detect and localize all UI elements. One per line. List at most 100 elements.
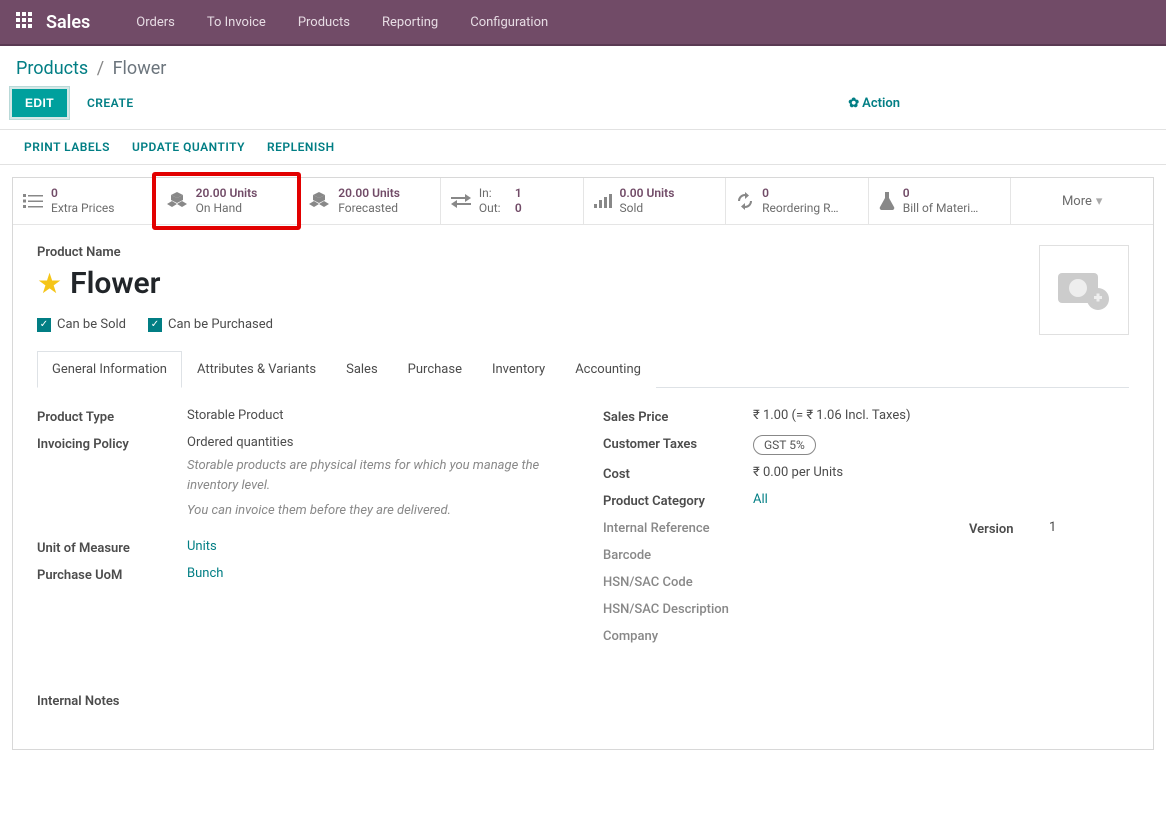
invoicing-hint-1: Storable products are physical items for… <box>187 456 563 495</box>
bar-chart-icon <box>594 194 612 208</box>
top-nav: Sales Orders To Invoice Products Reporti… <box>0 0 1166 46</box>
breadcrumb-row: Products / Flower <box>0 46 1166 79</box>
breadcrumb-current: Flower <box>113 58 167 79</box>
tab-purchase[interactable]: Purchase <box>393 351 477 388</box>
product-type-label: Product Type <box>37 408 187 425</box>
sales-price-label: Sales Price <box>603 408 753 425</box>
stat-out-label: Out: <box>479 201 507 216</box>
product-type-value: Storable Product <box>187 408 563 423</box>
stat-in-value: 1 <box>515 186 522 201</box>
gear-icon: ✿ <box>848 96 859 111</box>
breadcrumb-root[interactable]: Products <box>16 58 88 79</box>
customer-taxes-label: Customer Taxes <box>603 435 753 452</box>
transfer-icon <box>451 193 471 209</box>
breadcrumb-sep: / <box>97 58 104 79</box>
stat-sold[interactable]: 0.00 Units Sold <box>584 178 727 224</box>
stat-on-hand[interactable]: 20.00 Units On Hand <box>156 178 299 224</box>
product-name: Flower <box>70 266 160 301</box>
purchase-uom-label: Purchase UoM <box>37 566 187 583</box>
stat-on-hand-value: 20.00 Units <box>196 186 258 201</box>
tab-sales[interactable]: Sales <box>331 351 393 388</box>
stat-bom-value: 0 <box>903 186 979 201</box>
stat-in-out[interactable]: In:1 Out:0 <box>441 178 584 224</box>
hsn-desc-label: HSN/SAC Description <box>603 600 773 617</box>
action-label: Action <box>862 96 900 111</box>
can-be-purchased-checkbox[interactable]: ✓ Can be Purchased <box>148 317 273 332</box>
edit-button[interactable]: EDIT <box>12 89 67 117</box>
can-be-sold-checkbox[interactable]: ✓ Can be Sold <box>37 317 126 332</box>
cost-label: Cost <box>603 465 753 482</box>
update-quantity-button[interactable]: UPDATE QUANTITY <box>132 140 245 154</box>
product-category-label: Product Category <box>603 492 753 509</box>
version-label: Version <box>969 520 1049 537</box>
stat-out-value: 0 <box>515 201 522 216</box>
purchase-uom-value[interactable]: Bunch <box>187 566 563 581</box>
stat-bom[interactable]: 0 Bill of Materi… <box>869 178 1012 224</box>
left-column: Product Type Storable Product Invoicing … <box>37 408 563 654</box>
create-button[interactable]: CREATE <box>79 90 142 116</box>
hsn-code-label: HSN/SAC Code <box>603 573 753 590</box>
checkbox-checked-icon: ✓ <box>37 318 51 332</box>
sales-price-value: ₹ 1.00 (= ₹ 1.06 Incl. Taxes) <box>753 408 969 423</box>
refresh-icon <box>736 192 754 210</box>
more-label: More <box>1062 194 1092 209</box>
breadcrumb: Products / Flower <box>16 58 166 79</box>
print-labels-button[interactable]: PRINT LABELS <box>24 140 110 154</box>
product-name-label: Product Name <box>37 245 273 260</box>
list-icon <box>23 193 43 209</box>
replenish-button[interactable]: REPLENISH <box>267 140 335 154</box>
customer-taxes-value[interactable]: GST 5% <box>753 435 816 455</box>
product-category-value[interactable]: All <box>753 492 969 507</box>
checkbox-checked-icon: ✓ <box>148 318 162 332</box>
action-dropdown[interactable]: ✿Action <box>848 96 900 111</box>
favorite-star-icon[interactable]: ★ <box>37 267 62 300</box>
nav-orders[interactable]: Orders <box>120 1 191 44</box>
nav-products[interactable]: Products <box>282 1 366 44</box>
invoicing-policy-label: Invoicing Policy <box>37 435 187 452</box>
stat-more[interactable]: More ▾ <box>1011 178 1153 224</box>
apps-icon[interactable] <box>16 12 32 32</box>
nav-configuration[interactable]: Configuration <box>454 1 564 44</box>
stat-extra-prices[interactable]: 0 Extra Prices <box>13 178 156 224</box>
tab-inventory[interactable]: Inventory <box>477 351 560 388</box>
nav-to-invoice[interactable]: To Invoice <box>191 1 282 44</box>
internal-notes-label: Internal Notes <box>37 694 1129 709</box>
secondary-toolbar: PRINT LABELS UPDATE QUANTITY REPLENISH <box>0 130 1166 165</box>
uom-label: Unit of Measure <box>37 539 187 556</box>
company-label: Company <box>603 627 753 644</box>
caret-down-icon: ▾ <box>1096 194 1103 209</box>
form-body: Product Type Storable Product Invoicing … <box>13 388 1153 654</box>
stat-forecasted-label: Forecasted <box>338 201 400 216</box>
stat-extra-prices-value: 0 <box>51 186 114 201</box>
stat-sold-value: 0.00 Units <box>620 186 675 201</box>
stat-forecasted-value: 20.00 Units <box>338 186 400 201</box>
boxes-icon <box>166 192 188 210</box>
internal-reference-label: Internal Reference <box>603 519 753 536</box>
stat-extra-prices-label: Extra Prices <box>51 201 114 216</box>
boxes-icon <box>308 192 330 210</box>
app-title[interactable]: Sales <box>46 12 90 33</box>
product-header: Product Name ★ Flower ✓ Can be Sold ✓ Ca… <box>13 225 1153 345</box>
tab-attributes-variants[interactable]: Attributes & Variants <box>182 351 331 388</box>
invoicing-policy-value: Ordered quantities <box>187 435 563 450</box>
stat-forecasted[interactable]: 20.00 Units Forecasted <box>298 178 441 224</box>
stat-button-row: 0 Extra Prices 20.00 Units On Hand 20.00… <box>13 178 1153 225</box>
stat-reordering[interactable]: 0 Reordering R… <box>726 178 869 224</box>
version-value: 1 <box>1049 520 1129 535</box>
stat-reordering-value: 0 <box>762 186 838 201</box>
nav-reporting[interactable]: Reporting <box>366 1 454 44</box>
cost-value: ₹ 0.00 per Units <box>753 465 969 480</box>
stat-reordering-label: Reordering R… <box>762 201 838 216</box>
tabs: General Information Attributes & Variant… <box>37 351 1129 388</box>
uom-value[interactable]: Units <box>187 539 563 554</box>
tab-general-information[interactable]: General Information <box>37 351 182 388</box>
tab-accounting[interactable]: Accounting <box>560 351 656 388</box>
can-be-purchased-label: Can be Purchased <box>168 317 273 332</box>
product-image-placeholder[interactable] <box>1039 245 1129 335</box>
form-sheet: 0 Extra Prices 20.00 Units On Hand 20.00… <box>12 177 1154 750</box>
flask-icon <box>879 192 895 210</box>
stat-sold-label: Sold <box>620 201 675 216</box>
right-column: Sales Price ₹ 1.00 (= ₹ 1.06 Incl. Taxes… <box>603 408 1129 654</box>
stat-on-hand-label: On Hand <box>196 201 258 216</box>
stat-bom-label: Bill of Materi… <box>903 201 979 216</box>
